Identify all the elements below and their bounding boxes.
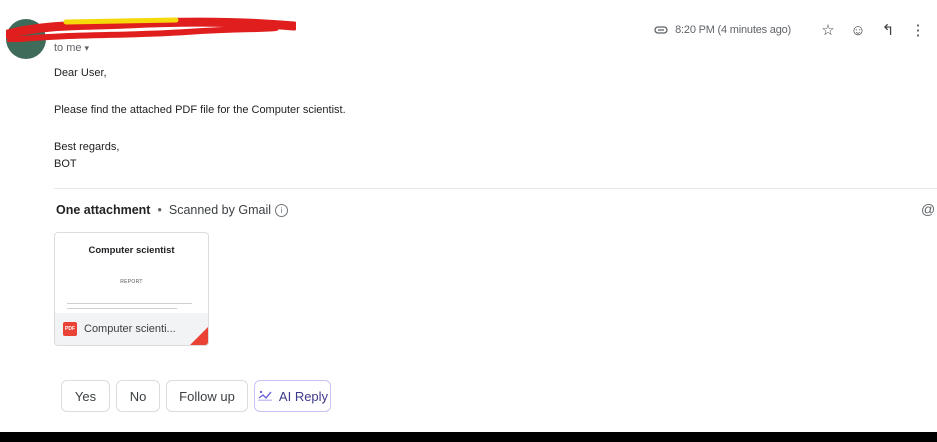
body-text: Please find the attached PDF file for th… — [54, 104, 346, 116]
more-vert-icon[interactable]: ⋮ — [907, 19, 929, 41]
scan-status: Scanned by Gmail — [168, 203, 271, 217]
recipient-label: to me — [54, 42, 82, 54]
message-meta: 8:20 PM (4 minutes ago) ☆ ☺ ↰ ⋮ — [653, 18, 929, 42]
ai-sparkle-icon — [257, 390, 272, 401]
chevron-down-icon: ▾ — [84, 43, 90, 53]
ai-reply-button[interactable]: AI Reply — [254, 380, 331, 412]
attachments-divider — [54, 188, 937, 189]
signature-text: BOT — [54, 158, 77, 170]
attachment-card[interactable]: Computer scientist REPORT PDF Computer s… — [54, 232, 209, 346]
greeting-text: Dear User, — [54, 67, 107, 79]
bottom-bar — [0, 432, 937, 442]
message-timestamp: 8:20 PM (4 minutes ago) — [675, 24, 791, 36]
ai-reply-label: AI Reply — [278, 388, 329, 404]
folded-corner-icon — [190, 327, 208, 345]
smart-reply-chips: Yes No Follow up AI Reply — [61, 380, 337, 414]
redaction-scribble — [6, 17, 296, 42]
smart-reply-yes[interactable]: Yes — [61, 380, 110, 412]
recipient-details-toggle[interactable]: to me ▾ — [54, 42, 89, 54]
attachments-header: One attachment • Scanned by Gmail i — [56, 203, 288, 217]
attachment-preview-subtitle: REPORT — [120, 279, 143, 285]
emoji-icon[interactable]: ☺ — [847, 19, 869, 41]
message-header: to me ▾ 8:20 PM (4 minutes ago) ☆ ☺ ↰ ⋮ — [0, 0, 937, 62]
paperclip-icon — [654, 26, 668, 34]
pdf-icon: PDF — [63, 322, 77, 336]
attachment-footer: PDF Computer scienti... — [55, 313, 208, 345]
star-icon[interactable]: ☆ — [817, 19, 839, 41]
signoff-text: Best regards, — [54, 141, 120, 153]
add-to-drive-icon[interactable]: @ — [921, 201, 935, 217]
info-icon[interactable]: i — [275, 203, 288, 217]
attachment-preview-title: Computer scientist — [88, 245, 175, 256]
smart-reply-no[interactable]: No — [116, 380, 160, 412]
smart-reply-follow-up[interactable]: Follow up — [166, 380, 248, 412]
reply-icon[interactable]: ↰ — [877, 19, 899, 41]
separator-dot: • — [157, 203, 162, 217]
preview-text-line — [67, 303, 192, 304]
attachment-filename: Computer scienti... — [84, 323, 176, 335]
preview-text-line — [67, 308, 177, 309]
attachments-count: One attachment — [56, 203, 151, 217]
